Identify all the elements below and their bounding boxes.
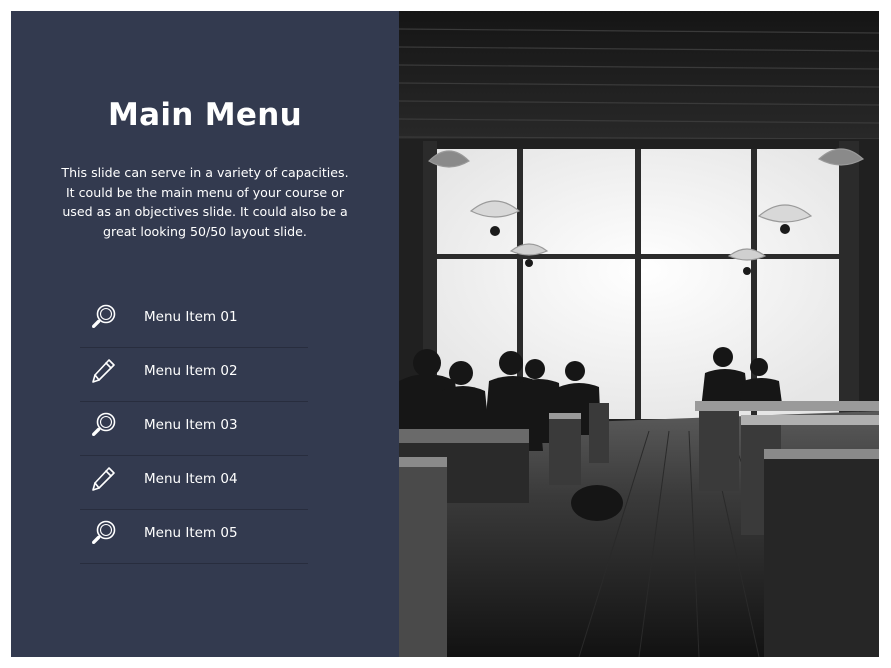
description-line: great looking 50/50 layout slide. bbox=[103, 223, 307, 239]
menu-item-01[interactable]: Menu Item 01 bbox=[80, 294, 308, 348]
menu-list: Menu Item 01 Menu Item 02 Menu Item 03 M… bbox=[80, 294, 308, 564]
slide-title: Main Menu bbox=[108, 97, 302, 133]
pencil-icon bbox=[88, 356, 118, 386]
description-line: used as an objectives slide. It could al… bbox=[62, 204, 348, 219]
slide: Main Menu This slide can serve in a vari… bbox=[11, 11, 879, 657]
magnifier-icon bbox=[88, 518, 118, 548]
pencil-icon bbox=[88, 464, 118, 494]
menu-item-label: Menu Item 05 bbox=[144, 525, 238, 541]
menu-item-05[interactable]: Menu Item 05 bbox=[80, 510, 308, 564]
description-line: This slide can serve in a variety of cap… bbox=[61, 165, 349, 180]
cafe-photo bbox=[399, 11, 879, 657]
menu-item-label: Menu Item 04 bbox=[144, 471, 238, 487]
magnifier-icon bbox=[88, 302, 118, 332]
magnifier-icon bbox=[88, 410, 118, 440]
menu-item-03[interactable]: Menu Item 03 bbox=[80, 402, 308, 456]
menu-item-04[interactable]: Menu Item 04 bbox=[80, 456, 308, 510]
menu-item-02[interactable]: Menu Item 02 bbox=[80, 348, 308, 402]
description-line: It could be the main menu of your course… bbox=[65, 184, 345, 200]
menu-item-label: Menu Item 02 bbox=[144, 363, 238, 379]
menu-item-label: Menu Item 01 bbox=[144, 309, 238, 325]
menu-item-label: Menu Item 03 bbox=[144, 417, 238, 433]
left-panel: Main Menu This slide can serve in a vari… bbox=[11, 11, 399, 657]
slide-description: This slide can serve in a variety of cap… bbox=[51, 163, 359, 241]
